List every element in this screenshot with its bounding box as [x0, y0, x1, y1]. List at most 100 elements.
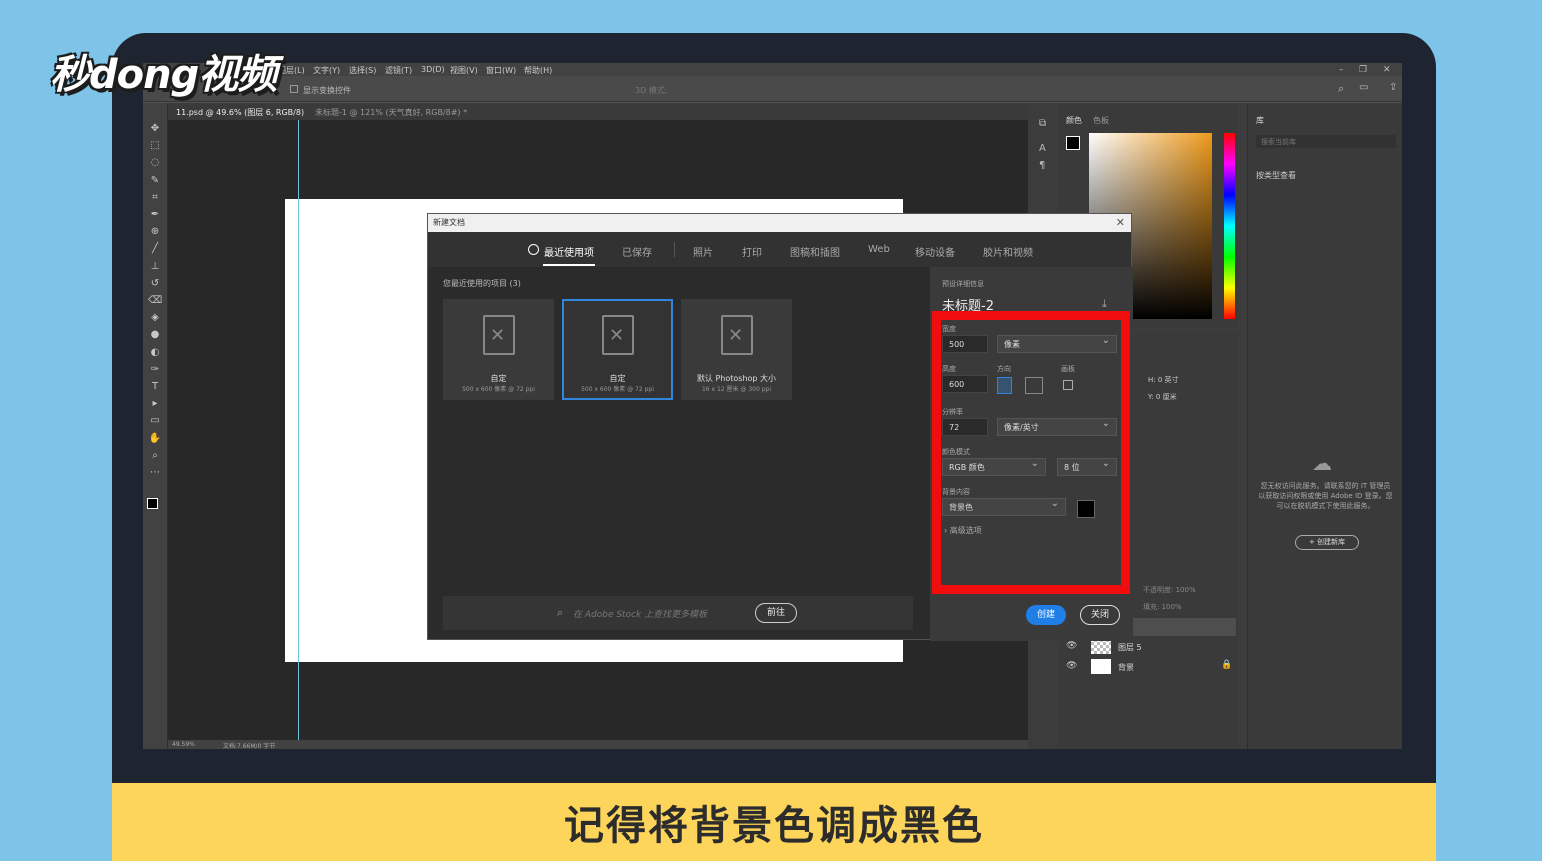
document-tabs: 11.psd @ 49.6% (图层 6, RGB/8) 未标题-1 @ 121… [168, 103, 1028, 120]
preset-card[interactable]: 自定 500 x 600 像素 @ 72 ppi [443, 299, 554, 400]
close-window-icon[interactable]: ✕ [1383, 65, 1391, 75]
tab-separator [674, 242, 675, 257]
healing-brush-icon[interactable]: ⊕ [148, 226, 162, 238]
search-icon[interactable]: ⌕ [1338, 82, 1344, 96]
rectangle-tool-icon[interactable]: ▭ [148, 415, 162, 427]
marquee-tool-icon[interactable]: ⬚ [148, 140, 162, 152]
create-button[interactable]: 创建 [1026, 605, 1066, 625]
stock-search-input[interactable]: 在 Adobe Stock 上查找更多模板 [573, 607, 707, 620]
layer-name: 图层 5 [1118, 643, 1142, 652]
quick-select-icon[interactable]: ✎ [148, 175, 162, 187]
highlight-box [932, 311, 1130, 594]
doc-tab-active[interactable]: 11.psd @ 49.6% (图层 6, RGB/8) [176, 107, 304, 118]
create-library-button[interactable]: + 创建新库 [1295, 535, 1359, 550]
move-tool-icon[interactable]: ✥ [148, 123, 162, 135]
file-icon [721, 315, 753, 355]
preset-card-selected[interactable]: 自定 500 x 600 像素 @ 72 ppi [562, 299, 673, 400]
search-icon: ⌕ [557, 606, 564, 619]
pen-tool-icon[interactable]: ✑ [148, 364, 162, 376]
tab-art[interactable]: 图稿和插图 [790, 244, 840, 259]
foreground-color-icon[interactable] [147, 498, 158, 509]
layer-name: 背景 [1118, 663, 1134, 672]
brand-logo: 秒dong视频 [50, 52, 277, 98]
tab-photo[interactable]: 照片 [693, 244, 713, 259]
subtitle-text: 记得将背景色调成黑色 [564, 803, 984, 849]
zoom-tool-icon[interactable]: ⌕ [148, 450, 162, 462]
save-preset-icon[interactable]: ⤓ [1102, 297, 1107, 311]
stamp-tool-icon[interactable]: ⊥ [148, 261, 162, 273]
character-icon[interactable]: A [1039, 143, 1046, 154]
crop-tool-icon[interactable]: ⌗ [148, 192, 162, 204]
layer-opacity[interactable]: 不透明度: 100% [1143, 585, 1196, 595]
dialog-close-icon[interactable]: ✕ [1116, 215, 1125, 231]
tab-libraries[interactable]: 库 [1256, 115, 1264, 126]
paragraph-icon[interactable]: ¶ [1039, 160, 1045, 171]
menu-layer[interactable]: 图层(L) [278, 65, 305, 76]
eyedropper-icon[interactable]: ✒ [148, 209, 162, 221]
go-button[interactable]: 前往 [755, 603, 797, 623]
prop-y: Y: 0 厘米 [1148, 393, 1177, 401]
eye-icon[interactable]: 👁 [1066, 641, 1077, 651]
tab-film[interactable]: 胶片和视频 [983, 244, 1033, 259]
hue-slider[interactable] [1224, 133, 1235, 319]
tab-saved[interactable]: 已保存 [622, 244, 652, 259]
eye-icon[interactable]: 👁 [1066, 661, 1077, 671]
lasso-tool-icon[interactable]: ◌ [148, 157, 162, 169]
minimize-icon[interactable]: – [1339, 65, 1344, 75]
close-button[interactable]: 关闭 [1080, 605, 1120, 625]
tab-mobile[interactable]: 移动设备 [915, 244, 955, 259]
card-name: 自定 [609, 374, 626, 383]
history-brush-icon[interactable]: ↺ [148, 278, 162, 290]
menu-type[interactable]: 文字(Y) [313, 65, 340, 76]
cloud-offline-icon: ☁ [1312, 451, 1332, 475]
library-search-input[interactable]: 搜索当前库 [1256, 135, 1396, 148]
workspace-icon[interactable]: ▭ [1359, 82, 1368, 93]
layer-fill[interactable]: 填充: 100% [1143, 602, 1182, 612]
share-icon[interactable]: ⇪ [1389, 82, 1397, 93]
hand-tool-icon[interactable]: ✋ [148, 433, 162, 445]
foreground-color-swatch[interactable] [1066, 136, 1080, 150]
tab-recent[interactable]: 最近使用项 [544, 244, 594, 259]
menu-view[interactable]: 视图(V) [450, 65, 478, 76]
tab-color[interactable]: 颜色 [1066, 115, 1082, 126]
dodge-tool-icon[interactable]: ◐ [148, 347, 162, 359]
stock-search-bar: ⌕ 在 Adobe Stock 上查找更多模板 前往 [443, 596, 913, 630]
menu-help[interactable]: 帮助(H) [524, 65, 552, 76]
restore-icon[interactable]: ❐ [1359, 65, 1367, 75]
brush-tool-icon[interactable]: ╱ [148, 243, 162, 255]
recent-title: 您最近使用的项目 (3) [443, 279, 521, 288]
card-size: 500 x 600 像素 @ 72 ppi [581, 386, 654, 393]
type-tool-icon[interactable]: T [148, 381, 162, 393]
preset-card[interactable]: 默认 Photoshop 大小 16 x 12 厘米 @ 300 ppi [681, 299, 792, 400]
tab-swatches[interactable]: 色板 [1093, 115, 1109, 126]
layer-row[interactable]: 👁 背景 🔒 [1066, 658, 1236, 676]
path-select-icon[interactable]: ▸ [148, 398, 162, 410]
history-icon[interactable]: ⧉ [1039, 118, 1046, 129]
menu-window[interactable]: 窗口(W) [486, 65, 516, 76]
menu-3d[interactable]: 3D(D) [421, 65, 445, 74]
menu-filter[interactable]: 滤镜(T) [385, 65, 412, 76]
subtitle-bar: 记得将背景色调成黑色 [112, 783, 1436, 861]
doc-tab-untitled[interactable]: 未标题-1 @ 121% (天气真好, RGB/8#) * [315, 107, 467, 118]
menu-select[interactable]: 选择(S) [349, 65, 376, 76]
doc-info: 文档:7.66M/0 字节 [223, 743, 276, 749]
card-name: 自定 [490, 374, 507, 383]
tab-web[interactable]: Web [868, 244, 890, 255]
clock-icon [528, 244, 539, 255]
more-tools-icon[interactable]: ⋯ [148, 467, 162, 479]
library-view-select[interactable]: 按类型查看 [1256, 170, 1296, 181]
show-transform-label: 显示变换控件 [303, 86, 351, 95]
file-icon [483, 315, 515, 355]
eraser-icon[interactable]: ⌫ [148, 295, 162, 307]
card-size: 16 x 12 厘米 @ 300 ppi [701, 386, 771, 393]
tab-print[interactable]: 打印 [742, 244, 762, 259]
show-transform-checkbox[interactable] [290, 85, 298, 93]
blur-tool-icon[interactable]: ● [148, 329, 162, 341]
prop-h: H: 0 英寸 [1148, 376, 1179, 384]
tools-panel: ✥ ⬚ ◌ ✎ ⌗ ✒ ⊕ ╱ ⊥ ↺ ⌫ ◈ ● ◐ ✑ T ▸ ▭ ✋ ⌕ ⋯ [143, 103, 168, 749]
preset-tabs: 最近使用项 已保存 照片 打印 图稿和插图 Web 移动设备 胶片和视频 [428, 232, 1131, 267]
paint-bucket-icon[interactable]: ◈ [148, 312, 162, 324]
active-tab-indicator [543, 264, 595, 266]
lock-icon: 🔒 [1221, 660, 1233, 670]
photoshop-window: 图层(L) 文字(Y) 选择(S) 滤镜(T) 3D(D) 视图(V) 窗口(W… [143, 63, 1402, 749]
